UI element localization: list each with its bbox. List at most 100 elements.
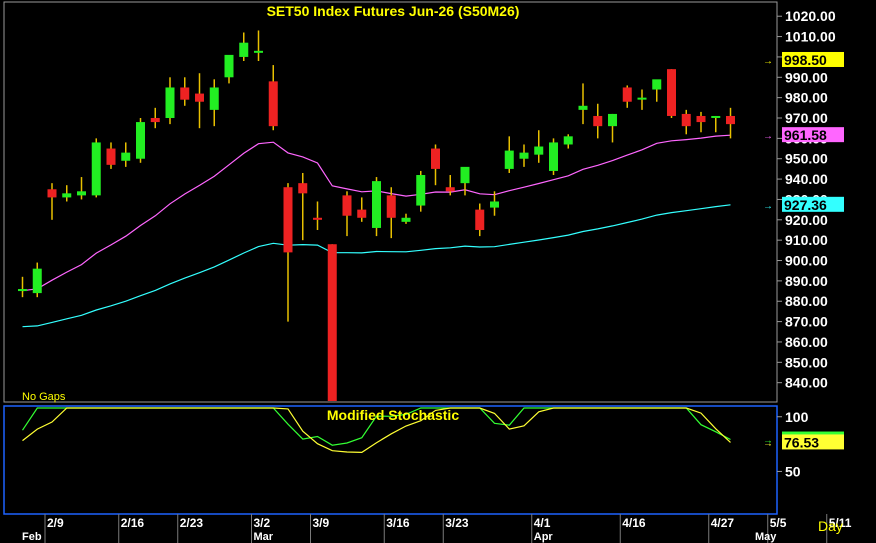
candle-body	[563, 136, 573, 145]
candle-body	[313, 217, 322, 220]
date-tick-label: 2/9	[47, 516, 64, 530]
price-tick-label: 1010.00	[785, 29, 836, 45]
price-tick-label: 1020.00	[785, 8, 836, 24]
date-tick-label: 2/23	[180, 516, 204, 530]
price-tick-label: 900.00	[785, 253, 828, 269]
candle-body	[667, 69, 676, 116]
date-tick-label: 3/9	[313, 516, 330, 530]
candle-body	[209, 87, 219, 110]
stochastic-tick-label: 50	[785, 463, 801, 479]
price-tick-label: 940.00	[785, 171, 828, 187]
month-label: May	[755, 531, 777, 543]
candle-body	[283, 187, 293, 253]
candle	[372, 177, 381, 237]
candle-body	[416, 175, 426, 206]
price-tick-label: 910.00	[785, 232, 828, 248]
x-unit-label: Day	[818, 518, 843, 534]
candle	[136, 118, 145, 163]
candle-body	[578, 105, 588, 110]
candle-body	[18, 289, 27, 292]
price-tick-label: 860.00	[785, 334, 828, 350]
candle-body	[504, 150, 514, 169]
candle-body	[254, 50, 263, 53]
candle-body	[386, 195, 396, 218]
candle-body	[431, 148, 440, 169]
date-tick-label: 4/16	[622, 516, 646, 530]
price-tick-label: 970.00	[785, 110, 828, 126]
price-tick-label: 950.00	[785, 151, 828, 167]
candle-body	[696, 115, 706, 123]
badge-arrow: →	[763, 56, 773, 67]
candle-body	[136, 122, 145, 159]
badge-arrow: →	[763, 131, 773, 142]
candle-body	[195, 93, 204, 102]
candle	[91, 138, 101, 198]
candle-body	[401, 217, 411, 222]
chart-title: SET50 Index Futures Jun-26 (S50M26)	[267, 3, 520, 19]
month-label: Mar	[254, 531, 274, 543]
candle-body	[519, 152, 529, 159]
date-tick-label: 4/1	[534, 516, 551, 530]
chart-canvas: 1020.001010.001000.00990.00980.00970.009…	[0, 0, 876, 543]
price-badge: 961.58	[784, 127, 827, 143]
price-tick-label: 920.00	[785, 212, 828, 228]
date-tick-label: 3/2	[254, 516, 271, 530]
price-tick-label: 850.00	[785, 354, 828, 370]
price-tick-label: 880.00	[785, 293, 828, 309]
date-tick-label: 3/23	[445, 516, 469, 530]
candle-body	[357, 209, 367, 218]
candle-body	[62, 193, 72, 198]
candle-body	[445, 187, 455, 192]
price-tick-label: 990.00	[785, 69, 828, 85]
date-tick-label: 4/27	[711, 516, 735, 530]
candle-body	[622, 87, 632, 102]
candle-body	[180, 87, 190, 100]
price-tick-label: 840.00	[785, 375, 828, 391]
candle-body	[534, 146, 544, 155]
candle-body	[342, 195, 352, 216]
date-tick-label: 3/16	[386, 516, 410, 530]
candle-body	[298, 183, 308, 194]
candle-body	[549, 142, 558, 171]
date-tick-label: 5/5	[770, 516, 787, 530]
candle-body	[726, 115, 735, 125]
stochastic-tick-label: 100	[785, 409, 809, 425]
stochastic-title: Modified Stochastic	[327, 407, 459, 423]
month-label: Feb	[22, 531, 42, 543]
price-tick-label: 890.00	[785, 273, 828, 289]
candle-body	[681, 113, 691, 127]
candle-body	[165, 87, 175, 119]
candle	[549, 138, 558, 176]
candle-body	[224, 54, 234, 78]
month-label: Apr	[534, 531, 554, 543]
candle-body	[711, 115, 721, 118]
candle-body	[268, 81, 278, 127]
candle-body	[121, 152, 131, 161]
price-badge: 998.50	[784, 52, 827, 68]
stochastic-badge: 76.53	[784, 434, 819, 450]
candle-body	[32, 268, 42, 294]
date-tick-label: 2/16	[121, 516, 145, 530]
candle-body	[460, 166, 470, 184]
chart-background	[0, 0, 876, 543]
candle-body	[490, 201, 499, 208]
price-badge: 927.36	[784, 197, 827, 213]
candle-body	[372, 181, 381, 228]
candle-body	[239, 42, 249, 57]
candle	[416, 170, 426, 212]
candle-body	[593, 115, 603, 127]
candle-body	[327, 244, 337, 401]
badge-arrow: →	[763, 438, 773, 449]
candle-body	[106, 148, 116, 165]
candle-body	[91, 142, 101, 196]
price-tick-label: 870.00	[785, 314, 828, 330]
candle-body	[475, 209, 485, 230]
no-gaps-note: No Gaps	[22, 391, 66, 403]
candle-body	[608, 113, 617, 127]
candle-body	[47, 189, 57, 198]
price-tick-label: 980.00	[785, 90, 828, 106]
candle	[327, 244, 337, 401]
candle-body	[150, 118, 160, 123]
candle-body	[77, 191, 86, 196]
badge-arrow: →	[763, 201, 773, 212]
